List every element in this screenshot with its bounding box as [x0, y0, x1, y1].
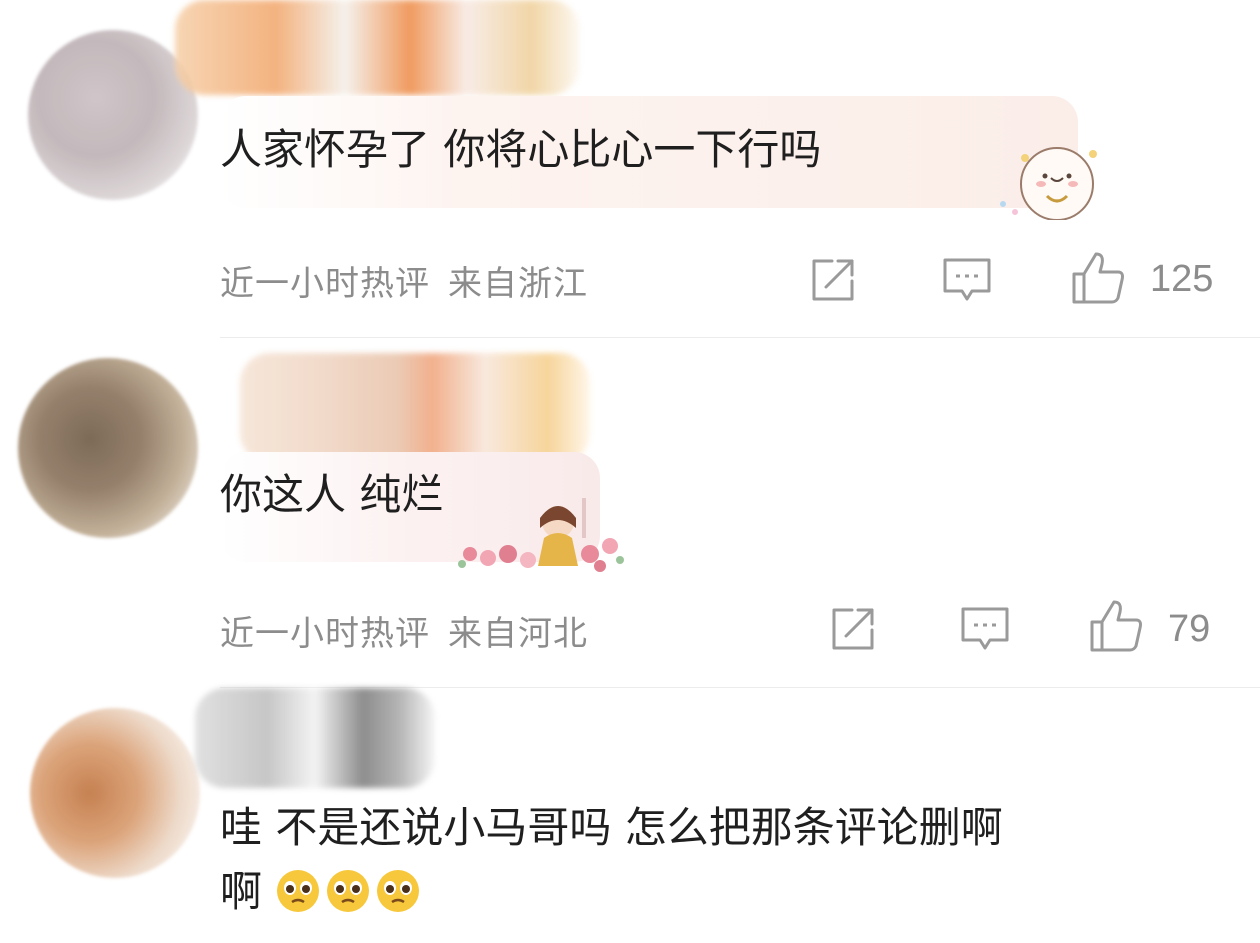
username-blurred[interactable]	[195, 688, 435, 788]
comment-text-line-1: 哇 不是还说小马哥吗 怎么把那条评论删啊	[220, 803, 1003, 852]
like-count: 79	[1168, 608, 1211, 650]
comment-item-3: 哇 不是还说小马哥吗 怎么把那条评论删啊 啊	[0, 688, 1260, 943]
thumbs-up-icon[interactable]	[1088, 598, 1146, 654]
share-icon[interactable]	[826, 604, 880, 654]
comment-item-1: 人家怀孕了 你将心比心一下行吗 近一小时热评 来自浙江 125	[0, 0, 1260, 338]
comment-icon[interactable]	[958, 604, 1012, 654]
comment-time: 近一小时热评	[220, 614, 430, 654]
pleading-face-emoji	[377, 870, 420, 912]
comment-time: 近一小时热评	[220, 264, 430, 304]
comment-text-line-2: 啊	[220, 860, 425, 924]
comment-meta: 近一小时热评 来自河北	[220, 606, 588, 655]
comment-text: 人家怀孕了 你将心比心一下行吗	[220, 125, 822, 174]
like-count: 125	[1150, 258, 1214, 300]
username-blurred[interactable]	[175, 0, 580, 95]
username-blurred[interactable]	[240, 353, 590, 463]
comment-text: 你这人 纯烂	[220, 470, 444, 519]
comment-text-tail: 啊	[220, 867, 263, 916]
comment-icon[interactable]	[940, 255, 994, 305]
thumbs-up-icon[interactable]	[1070, 250, 1128, 306]
comment-meta: 近一小时热评 来自浙江	[220, 256, 588, 305]
share-icon[interactable]	[806, 255, 860, 305]
comment-location: 来自浙江	[448, 264, 588, 304]
avatar[interactable]	[30, 708, 200, 878]
avatar[interactable]	[28, 30, 198, 200]
comment-location: 来自河北	[448, 614, 588, 654]
comment-item-2: 你这人 纯烂 近一小时热评 来自河北 79	[0, 338, 1260, 688]
bubble-sticker-icon	[1000, 147, 1097, 220]
bubble-sticker-icon	[458, 498, 624, 572]
avatar[interactable]	[18, 358, 198, 538]
pleading-face-emoji	[327, 870, 370, 912]
pleading-face-emoji	[277, 870, 320, 912]
